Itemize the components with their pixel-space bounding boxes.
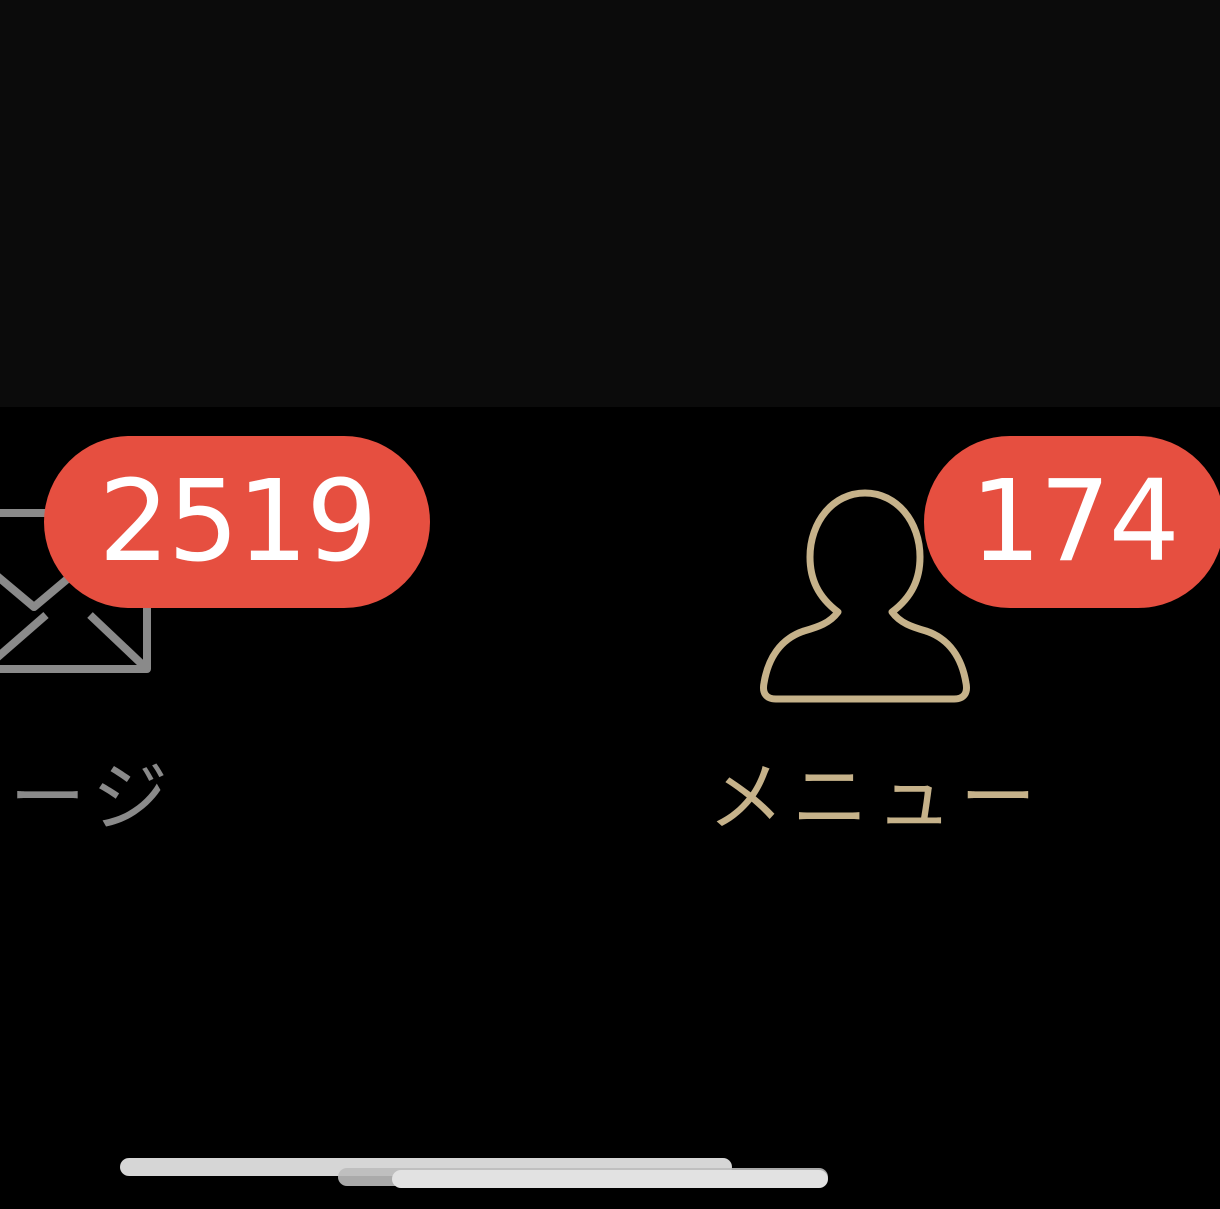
tab-menu-label: メニュー bbox=[708, 753, 1044, 842]
tab-messages[interactable]: 2519 セージ bbox=[0, 407, 430, 867]
content-area bbox=[0, 0, 1220, 407]
home-indicator[interactable] bbox=[120, 1156, 840, 1192]
messages-badge: 2519 bbox=[44, 436, 430, 608]
app-screen: 2519 セージ 174 メニュー bbox=[0, 0, 1220, 1209]
menu-badge: 174 bbox=[924, 436, 1220, 608]
tab-bar: 2519 セージ 174 メニュー bbox=[0, 407, 1220, 1209]
home-indicator-bar-highlight bbox=[392, 1170, 828, 1188]
tab-messages-label: セージ bbox=[0, 753, 176, 842]
tab-menu[interactable]: 174 メニュー bbox=[690, 407, 1220, 867]
